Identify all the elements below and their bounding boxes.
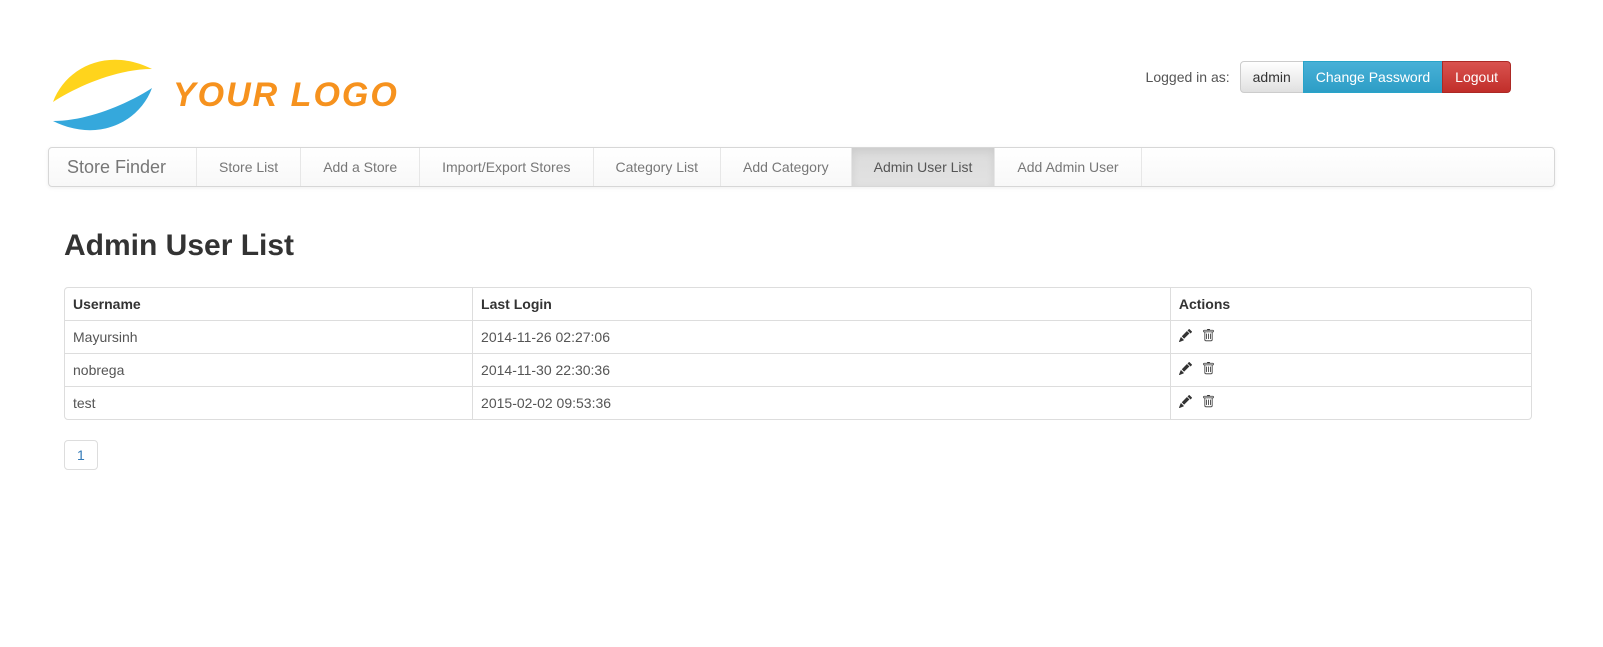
logo-text: YOUR LOGO [173, 75, 399, 114]
pagination-item: 1 [64, 440, 1532, 470]
cell-actions [1169, 320, 1531, 354]
nav-item-admin-user-list: Admin User List [850, 148, 995, 186]
cell-last-login: 2015-02-02 09:53:36 [472, 386, 1171, 419]
nav-link-add-admin-user[interactable]: Add Admin User [994, 148, 1142, 186]
login-info: Logged in as: admin Change Password Logo… [1146, 61, 1511, 93]
logged-in-label: Logged in as: [1145, 69, 1230, 85]
page-1-button[interactable]: 1 [64, 440, 98, 470]
cell-username: Mayursinh [65, 320, 473, 354]
nav-item-add-admin-user: Add Admin User [994, 148, 1142, 186]
cell-username: test [65, 386, 473, 419]
nav-link-add-category[interactable]: Add Category [720, 148, 851, 186]
nav-item-import-export-stores: Import/Export Stores [419, 148, 592, 186]
nav-item-category-list: Category List [592, 148, 720, 186]
trash-icon [1202, 329, 1214, 342]
edit-user-button[interactable] [1178, 361, 1192, 375]
col-header-actions: Actions [1169, 288, 1531, 321]
cell-last-login: 2014-11-26 02:27:06 [472, 320, 1171, 354]
table-row: Mayursinh 2014-11-26 02:27:06 [65, 320, 1531, 354]
cell-actions [1169, 353, 1531, 387]
pencil-icon [1178, 328, 1192, 342]
logout-button[interactable]: Logout [1442, 61, 1511, 93]
nav-item-add-category: Add Category [720, 148, 851, 186]
table-row: test 2015-02-02 09:53:36 [65, 386, 1531, 419]
trash-icon [1202, 362, 1214, 375]
page-header: YOUR LOGO Logged in as: admin Change Pas… [48, 0, 1555, 137]
navbar-brand[interactable]: Store Finder [49, 148, 196, 186]
double-wave-icon [53, 59, 152, 131]
pencil-icon [1178, 394, 1192, 408]
col-header-last-login: Last Login [472, 288, 1171, 321]
nav-link-import-export-stores[interactable]: Import/Export Stores [419, 148, 592, 186]
pencil-icon [1178, 361, 1192, 375]
delete-user-button[interactable] [1202, 362, 1215, 375]
trash-icon [1202, 395, 1214, 408]
nav-link-add-a-store[interactable]: Add a Store [300, 148, 419, 186]
account-button-group: admin Change Password Logout [1239, 61, 1511, 93]
main-content: Admin User List Username Last Login Acti… [64, 229, 1532, 470]
cell-last-login: 2014-11-30 22:30:36 [472, 353, 1171, 387]
col-header-username: Username [73, 296, 141, 312]
nav-link-admin-user-list[interactable]: Admin User List [850, 148, 995, 186]
nav-list: Store List Add a Store Import/Export Sto… [196, 148, 1142, 186]
logo: YOUR LOGO [48, 53, 399, 137]
delete-user-button[interactable] [1202, 329, 1215, 342]
edit-user-button[interactable] [1178, 394, 1192, 408]
table-row: nobrega 2014-11-30 22:30:36 [65, 353, 1531, 387]
change-password-button[interactable]: Change Password [1302, 61, 1444, 93]
table-header-row: Username Last Login Actions [65, 288, 1531, 321]
main-navbar: Store Finder Store List Add a Store Impo… [48, 147, 1555, 187]
admin-user-table: Username Last Login Actions Mayursinh 20… [64, 287, 1532, 420]
pagination: 1 [64, 440, 1532, 470]
delete-user-button[interactable] [1202, 395, 1215, 408]
cell-username: nobrega [65, 353, 473, 387]
nav-link-category-list[interactable]: Category List [592, 148, 720, 186]
store-finder-page: YOUR LOGO Logged in as: admin Change Pas… [0, 0, 1603, 647]
username-button[interactable]: admin [1239, 61, 1304, 93]
edit-user-button[interactable] [1178, 328, 1192, 342]
page-title: Admin User List [64, 229, 295, 262]
nav-link-store-list[interactable]: Store List [196, 148, 300, 186]
cell-actions [1169, 386, 1531, 419]
nav-item-store-list: Store List [196, 148, 300, 186]
nav-item-add-a-store: Add a Store [300, 148, 419, 186]
